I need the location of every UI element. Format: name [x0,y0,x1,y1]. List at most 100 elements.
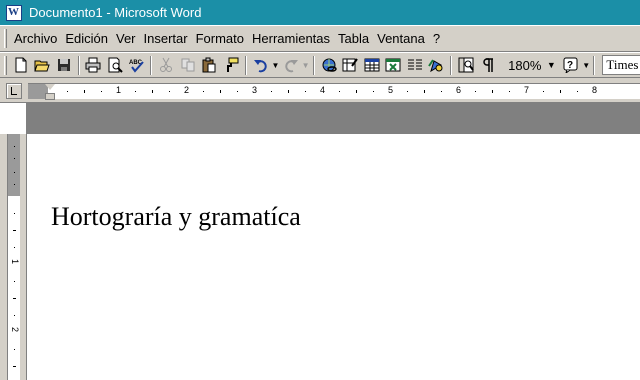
ruler-quarter-tick [237,91,238,92]
print-preview-icon[interactable] [104,54,126,76]
toolbar-separator [593,55,596,75]
left-indent-marker[interactable] [45,93,55,100]
drawing-icon[interactable] [426,54,448,76]
toolbar-separator [150,55,153,75]
menu-formato[interactable]: Formato [192,31,248,46]
toolbar-separator [244,55,247,75]
insert-table-icon[interactable] [361,54,383,76]
ruler-label: 8 [592,85,598,95]
columns-icon[interactable] [404,54,426,76]
first-line-indent-marker[interactable] [45,84,55,90]
menu-edicion[interactable]: Edición [61,31,112,46]
title-bar: W Documento1 - Microsoft Word [0,0,640,25]
zoom-combo[interactable]: 180% ▼ [501,55,557,75]
menu-tabla[interactable]: Tabla [334,31,373,46]
new-document-icon[interactable] [10,54,32,76]
word-app-icon[interactable]: W [6,4,22,21]
toolbar-separator [312,55,315,75]
ruler-quarter-tick [135,91,136,92]
vertical-ruler-top-margin [8,134,20,196]
vertical-ruler: 12 [0,134,26,380]
vruler-margin-tick [14,172,15,173]
ruler-label: 3 [252,85,258,95]
print-icon[interactable] [83,54,105,76]
ruler-quarter-tick [203,91,204,92]
window-title: Documento1 - Microsoft Word [29,5,202,20]
ruler-quarter-tick [475,91,476,92]
tables-borders-icon[interactable] [339,54,361,76]
zoom-dropdown-arrow-icon[interactable]: ▼ [545,60,557,70]
ruler-label: 5 [388,85,394,95]
ruler-quarter-tick [373,91,374,92]
standard-toolbar: ABC ▼ ▼ 180% ▼ ? ▼ Times [0,52,640,78]
ruler-half-tick [220,90,221,93]
menu-ventana[interactable]: Ventana [373,31,429,46]
vertical-ruler-bar[interactable]: 12 [7,134,20,380]
menu-bar-grip[interactable] [4,29,7,48]
ruler-quarter-tick [509,91,510,92]
toolbar-options-arrow-icon[interactable]: ▼ [582,54,590,76]
ruler-half-tick [356,90,357,93]
document-text[interactable]: Hortograría y gramatíca [51,202,301,232]
vruler-margin-tick [14,184,15,185]
vruler-half-tick [13,298,16,299]
vruler-margin-tick [14,158,15,159]
vruler-label: 1 [10,259,20,265]
zoom-value: 180% [508,57,542,73]
ruler-half-tick [560,90,561,93]
spelling-check-icon[interactable]: ABC [126,54,148,76]
vruler-quarter-tick [14,315,15,316]
show-formatting-icon[interactable] [477,54,499,76]
ruler-label: 1 [116,85,122,95]
document-page[interactable]: Hortograría y gramatíca [26,134,640,380]
paste-icon[interactable] [199,54,221,76]
ruler-half-tick [152,90,153,93]
menu-insertar[interactable]: Insertar [140,31,192,46]
ruler-quarter-tick [339,91,340,92]
redo-dropdown-arrow-icon[interactable]: ▼ [301,54,310,76]
format-painter-icon[interactable] [220,54,242,76]
ruler-quarter-tick [407,91,408,92]
document-map-icon[interactable] [455,54,477,76]
copy-icon[interactable] [177,54,199,76]
vruler-quarter-tick [14,349,15,350]
ruler-half-tick [288,90,289,93]
ruler-quarter-tick [101,91,102,92]
ruler-half-tick [84,90,85,93]
ruler-label: 7 [524,85,530,95]
undo-dropdown-arrow-icon[interactable]: ▼ [271,54,280,76]
tab-selector-icon[interactable] [6,83,22,99]
save-icon[interactable] [53,54,75,76]
hyperlink-icon[interactable] [318,54,340,76]
open-folder-icon[interactable] [32,54,54,76]
menu-help[interactable]: ? [429,31,444,46]
ruler-bar[interactable]: 1 2 3 4 5 6 7 8 [28,83,640,100]
font-name-combo[interactable]: Times New Roman [602,55,640,75]
toolbar-grip[interactable] [4,55,7,75]
vruler-half-tick [13,366,16,367]
cut-icon[interactable] [155,54,177,76]
menu-herramientas[interactable]: Herramientas [248,31,334,46]
svg-text:?: ? [567,60,573,71]
ruler-quarter-tick [305,91,306,92]
ruler-label: 4 [320,85,326,95]
ruler-quarter-tick [577,91,578,92]
vruler-quarter-tick [14,247,15,248]
ruler-label: 2 [184,85,190,95]
redo-icon[interactable] [280,54,302,76]
ruler-half-tick [492,90,493,93]
help-icon[interactable]: ? [560,54,582,76]
vruler-quarter-tick [14,281,15,282]
vruler-quarter-tick [14,213,15,214]
ruler-quarter-tick [169,91,170,92]
menu-bar: Archivo Edición Ver Insertar Formato Her… [0,25,640,52]
toolbar-separator [77,55,80,75]
ruler-quarter-tick [271,91,272,92]
ruler-quarter-tick [67,91,68,92]
menu-archivo[interactable]: Archivo [10,31,61,46]
insert-excel-icon[interactable] [382,54,404,76]
ruler-quarter-tick [543,91,544,92]
undo-icon[interactable] [250,54,272,76]
menu-ver[interactable]: Ver [112,31,140,46]
page-top-gap [26,103,640,134]
